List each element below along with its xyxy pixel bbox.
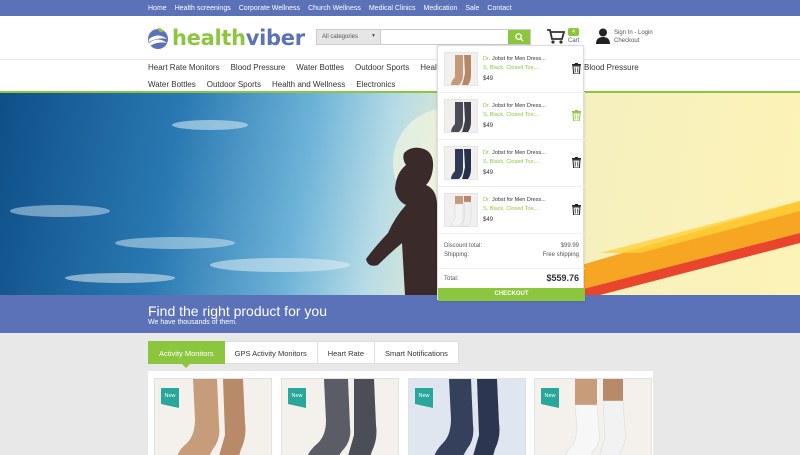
promo-banner: Find the right product for you We have t… bbox=[0, 295, 800, 333]
cart-item-thumbnail[interactable] bbox=[444, 52, 478, 86]
cart-count-badge: 4 bbox=[568, 28, 579, 36]
cart-item-thumbnail[interactable] bbox=[444, 99, 478, 133]
cart-item-thumbnail[interactable] bbox=[444, 146, 478, 180]
category-electronics[interactable]: Electronics bbox=[356, 80, 395, 89]
top-nav: Home Health screenings Corporate Wellnes… bbox=[0, 0, 800, 16]
category-health-and-wellness[interactable]: Health and Wellness bbox=[272, 80, 345, 89]
product-grid: New New New New bbox=[148, 371, 653, 455]
cart-item-name[interactable]: Dr. Jobst for Men Dress... bbox=[483, 150, 546, 156]
new-badge: New bbox=[415, 388, 433, 408]
cart-item-name[interactable]: Dr. Jobst for Men Dress... bbox=[483, 56, 546, 62]
sign-in-link[interactable]: Sign In - Login bbox=[614, 29, 653, 37]
shipping-label: Shipping: bbox=[444, 252, 470, 258]
trash-icon[interactable] bbox=[572, 63, 581, 74]
topnav-contact[interactable]: Contact bbox=[487, 5, 511, 12]
sock-image bbox=[451, 102, 471, 132]
topnav-medication[interactable]: Medication bbox=[424, 5, 458, 12]
topnav-health-screenings[interactable]: Health screenings bbox=[175, 5, 231, 12]
site-header: healthviber All categories ▼ 4 Cart Sign… bbox=[0, 16, 800, 59]
account-area: Sign In - Login Checkout bbox=[596, 28, 653, 49]
category-blood-pressure[interactable]: Blood Pressure bbox=[231, 63, 286, 72]
cart-item-variant: S, Black, Closed Toe,... bbox=[483, 112, 540, 118]
cart-item[interactable]: Dr. Jobst for Men Dress... S, Black, Clos… bbox=[438, 187, 585, 234]
search-category-select[interactable]: All categories ▼ bbox=[317, 30, 381, 44]
discount-value: $99.99 bbox=[560, 243, 579, 249]
new-badge: New bbox=[161, 388, 179, 408]
cart-item-price: $49 bbox=[483, 76, 494, 82]
topnav-home[interactable]: Home bbox=[148, 5, 167, 12]
search-button[interactable] bbox=[508, 30, 530, 44]
cart-label: Cart bbox=[568, 38, 580, 44]
cart-item-variant: S, Black, Closed Toe,... bbox=[483, 206, 540, 212]
topnav-church-wellness[interactable]: Church Wellness bbox=[308, 5, 361, 12]
category-water-bottles-2[interactable]: Water Bottles bbox=[148, 80, 196, 89]
new-badge: New bbox=[541, 388, 559, 408]
logo[interactable]: healthviber bbox=[147, 25, 305, 51]
category-blood-pressure-2[interactable]: Blood Pressure bbox=[584, 63, 639, 72]
topnav-corporate-wellness[interactable]: Corporate Wellness bbox=[239, 5, 300, 12]
product-tabs: Activity Monitors GPS Activity Monitors … bbox=[148, 341, 459, 368]
trash-icon[interactable] bbox=[572, 157, 581, 168]
category-outdoor-sports[interactable]: Outdoor Sports bbox=[355, 63, 409, 72]
cart-grand-total: Total: $559.76 bbox=[438, 268, 585, 288]
shipping-value: Free shipping bbox=[542, 252, 579, 258]
chevron-down-icon: ▼ bbox=[371, 33, 376, 39]
product-card[interactable]: New bbox=[281, 378, 399, 455]
tab-heart-rate[interactable]: Heart Rate bbox=[317, 341, 375, 364]
tab-gps-activity-monitors[interactable]: GPS Activity Monitors bbox=[224, 341, 318, 364]
logo-text: healthviber bbox=[172, 26, 305, 50]
total-label: Total: bbox=[444, 276, 459, 282]
cart-item[interactable]: Dr. Jobst for Men Dress... S, Black, Clos… bbox=[438, 46, 585, 93]
cart-icon bbox=[547, 29, 565, 44]
checkout-link[interactable]: Checkout bbox=[614, 37, 653, 45]
cart-item-thumbnail[interactable] bbox=[444, 193, 478, 227]
logo-leaf-icon bbox=[148, 28, 168, 49]
tab-smart-notifications[interactable]: Smart Notifications bbox=[375, 341, 459, 364]
total-value: $559.76 bbox=[546, 273, 579, 283]
trash-icon[interactable] bbox=[572, 204, 581, 215]
search-input[interactable] bbox=[381, 30, 508, 44]
search-bar: All categories ▼ bbox=[316, 29, 531, 45]
tab-activity-monitors[interactable]: Activity Monitors bbox=[148, 341, 225, 368]
cart-item-name[interactable]: Dr. Jobst for Men Dress... bbox=[483, 197, 546, 203]
banner-subtitle: We have thousands of them. bbox=[148, 319, 237, 326]
product-card[interactable]: New bbox=[534, 378, 652, 455]
topnav-sale[interactable]: Sale bbox=[465, 5, 479, 12]
hero-image bbox=[10, 108, 800, 295]
sock-image bbox=[450, 196, 472, 227]
banner-title: Find the right product for you bbox=[148, 303, 327, 319]
trash-icon[interactable] bbox=[572, 110, 581, 121]
topnav-medical-clinics[interactable]: Medical Clinics bbox=[369, 5, 416, 12]
cart-item-variant: S, Black, Closed Toe,... bbox=[483, 65, 540, 71]
category-menu: Heart Rate Monitors Blood Pressure Water… bbox=[0, 59, 800, 93]
cart-item[interactable]: Dr. Jobst for Men Dress... S, Black, Clos… bbox=[438, 93, 585, 140]
cart-dropdown: Dr. Jobst for Men Dress... S, Black, Clos… bbox=[437, 45, 585, 301]
category-heart-rate-monitors[interactable]: Heart Rate Monitors bbox=[148, 63, 220, 72]
checkout-button[interactable]: CHECKOUT bbox=[438, 288, 585, 301]
new-badge: New bbox=[288, 388, 306, 408]
discount-label: Discount total: bbox=[444, 243, 483, 249]
cart-item-variant: S, Black, Closed Toe,... bbox=[483, 159, 540, 165]
category-water-bottles[interactable]: Water Bottles bbox=[296, 63, 344, 72]
cart-item-price: $49 bbox=[483, 170, 494, 176]
cart-item-price: $49 bbox=[483, 217, 494, 223]
product-card[interactable]: New bbox=[408, 378, 526, 455]
product-card[interactable]: New bbox=[154, 378, 272, 455]
user-icon bbox=[596, 28, 610, 44]
category-outdoor-sports-2[interactable]: Outdoor Sports bbox=[207, 80, 261, 89]
sock-image bbox=[451, 55, 471, 85]
hero-banner[interactable] bbox=[0, 93, 800, 295]
sock-image bbox=[451, 149, 471, 179]
cart-item-price: $49 bbox=[483, 123, 494, 129]
cart-item-name[interactable]: Dr. Jobst for Men Dress... bbox=[483, 103, 546, 109]
cart-totals: Discount total: $99.99 Shipping: Free sh… bbox=[444, 243, 579, 261]
search-icon bbox=[514, 32, 524, 42]
cart-item[interactable]: Dr. Jobst for Men Dress... S, Black, Clos… bbox=[438, 140, 585, 187]
